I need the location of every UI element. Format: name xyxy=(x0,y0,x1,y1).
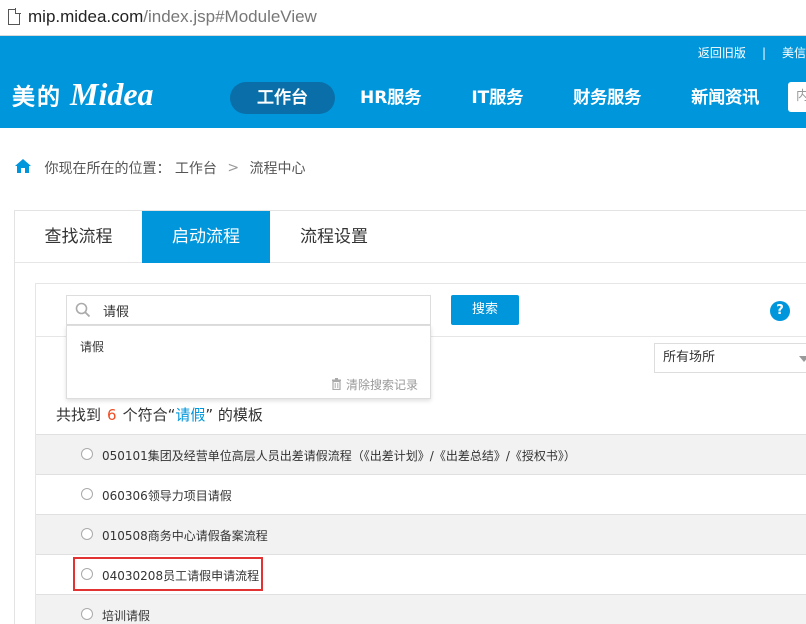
nav-news[interactable]: 新闻资讯 xyxy=(672,82,778,114)
tab-process-settings[interactable]: 流程设置 xyxy=(270,211,398,263)
breadcrumb: 你现在所在的位置： 工作台 > 流程中心 xyxy=(14,158,306,178)
template-row[interactable]: 050101集团及经营单位高层人员出差请假流程（《出差计划》/《出差总结》/《授… xyxy=(36,434,806,474)
radio-button[interactable] xyxy=(81,488,93,500)
search-icon xyxy=(75,302,91,322)
breadcrumb-process-center: 流程中心 xyxy=(249,161,306,177)
result-summary: 共找到 6 个符合“请假” 的模板 xyxy=(56,404,263,425)
help-icon[interactable]: ? xyxy=(770,301,790,321)
template-search-input[interactable]: 请假 xyxy=(66,295,431,325)
header-search-input[interactable]: 内 xyxy=(788,82,806,112)
url-text[interactable]: mip.midea.com/index.jsp#ModuleView xyxy=(28,7,317,27)
nav-finance[interactable]: 财务服务 xyxy=(554,82,660,114)
suggestion-item[interactable]: 请假 xyxy=(80,338,104,355)
links-separator: | xyxy=(761,46,766,60)
clear-history-label: 清除搜索记录 xyxy=(345,378,418,392)
main-nav: 工作台 HR服务 IT服务 财务服务 新闻资讯 xyxy=(230,82,790,114)
template-label: 060306领导力项目请假 xyxy=(102,489,232,503)
template-label: 培训请假 xyxy=(102,609,151,623)
page-icon xyxy=(8,8,21,25)
search-value: 请假 xyxy=(103,305,130,320)
tab-bar: 查找流程 启动流程 流程设置 xyxy=(15,211,806,263)
top-links: 返回旧版 | 美信 xyxy=(698,44,806,61)
template-row[interactable]: 010508商务中心请假备案流程 xyxy=(36,514,806,554)
chevron-down-icon xyxy=(799,356,806,362)
search-suggestions: 请假 清除搜索记录 xyxy=(66,325,431,399)
result-count: 6 xyxy=(107,406,117,424)
address-bar[interactable]: mip.midea.com/index.jsp#ModuleView xyxy=(0,0,806,36)
search-button[interactable]: 搜索 xyxy=(451,295,519,325)
clear-history-button[interactable]: 清除搜索记录 xyxy=(331,376,418,393)
radio-button[interactable] xyxy=(81,448,93,460)
trash-icon xyxy=(331,378,342,393)
template-label: 050101集团及经营单位高层人员出差请假流程（《出差计划》/《出差总结》/《授… xyxy=(102,449,576,463)
nav-hr[interactable]: HR服务 xyxy=(341,82,440,114)
result-keyword: 请假 xyxy=(175,406,206,424)
breadcrumb-workbench[interactable]: 工作台 xyxy=(175,161,217,177)
radio-button[interactable] xyxy=(81,608,93,620)
old-version-link[interactable]: 返回旧版 xyxy=(698,44,746,61)
logo-cn: 美的 xyxy=(12,84,62,111)
template-label: 010508商务中心请假备案流程 xyxy=(102,529,268,543)
template-row[interactable]: 060306领导力项目请假 xyxy=(36,474,806,514)
nav-workbench[interactable]: 工作台 xyxy=(230,82,335,114)
template-row[interactable]: 培训请假 xyxy=(36,594,806,624)
midea-logo[interactable]: 美的 Midea xyxy=(12,76,154,112)
meixin-link[interactable]: 美信 xyxy=(782,44,806,61)
radio-button[interactable] xyxy=(81,528,93,540)
result-suffix: ” 的模板 xyxy=(205,406,263,424)
highlight-box xyxy=(73,557,263,591)
breadcrumb-prefix: 你现在所在的位置： xyxy=(44,161,171,177)
template-list: 050101集团及经营单位高层人员出差请假流程（《出差计划》/《出差总结》/《授… xyxy=(36,434,806,624)
tab-find-process[interactable]: 查找流程 xyxy=(15,211,142,263)
location-select-value: 所有场所 xyxy=(663,350,716,365)
result-middle: 个符合“ xyxy=(122,406,176,424)
result-prefix: 共找到 xyxy=(56,406,102,424)
logo-en: Midea xyxy=(70,76,154,112)
nav-it[interactable]: IT服务 xyxy=(452,82,542,114)
home-icon[interactable] xyxy=(14,158,32,178)
location-select[interactable]: 所有场所 xyxy=(654,343,806,373)
site-header: 返回旧版 | 美信 美的 Midea 工作台 HR服务 IT服务 财务服务 新闻资讯 内 xyxy=(0,36,806,128)
breadcrumb-chevron-icon: > xyxy=(227,160,240,176)
tab-start-process[interactable]: 启动流程 xyxy=(142,211,270,263)
